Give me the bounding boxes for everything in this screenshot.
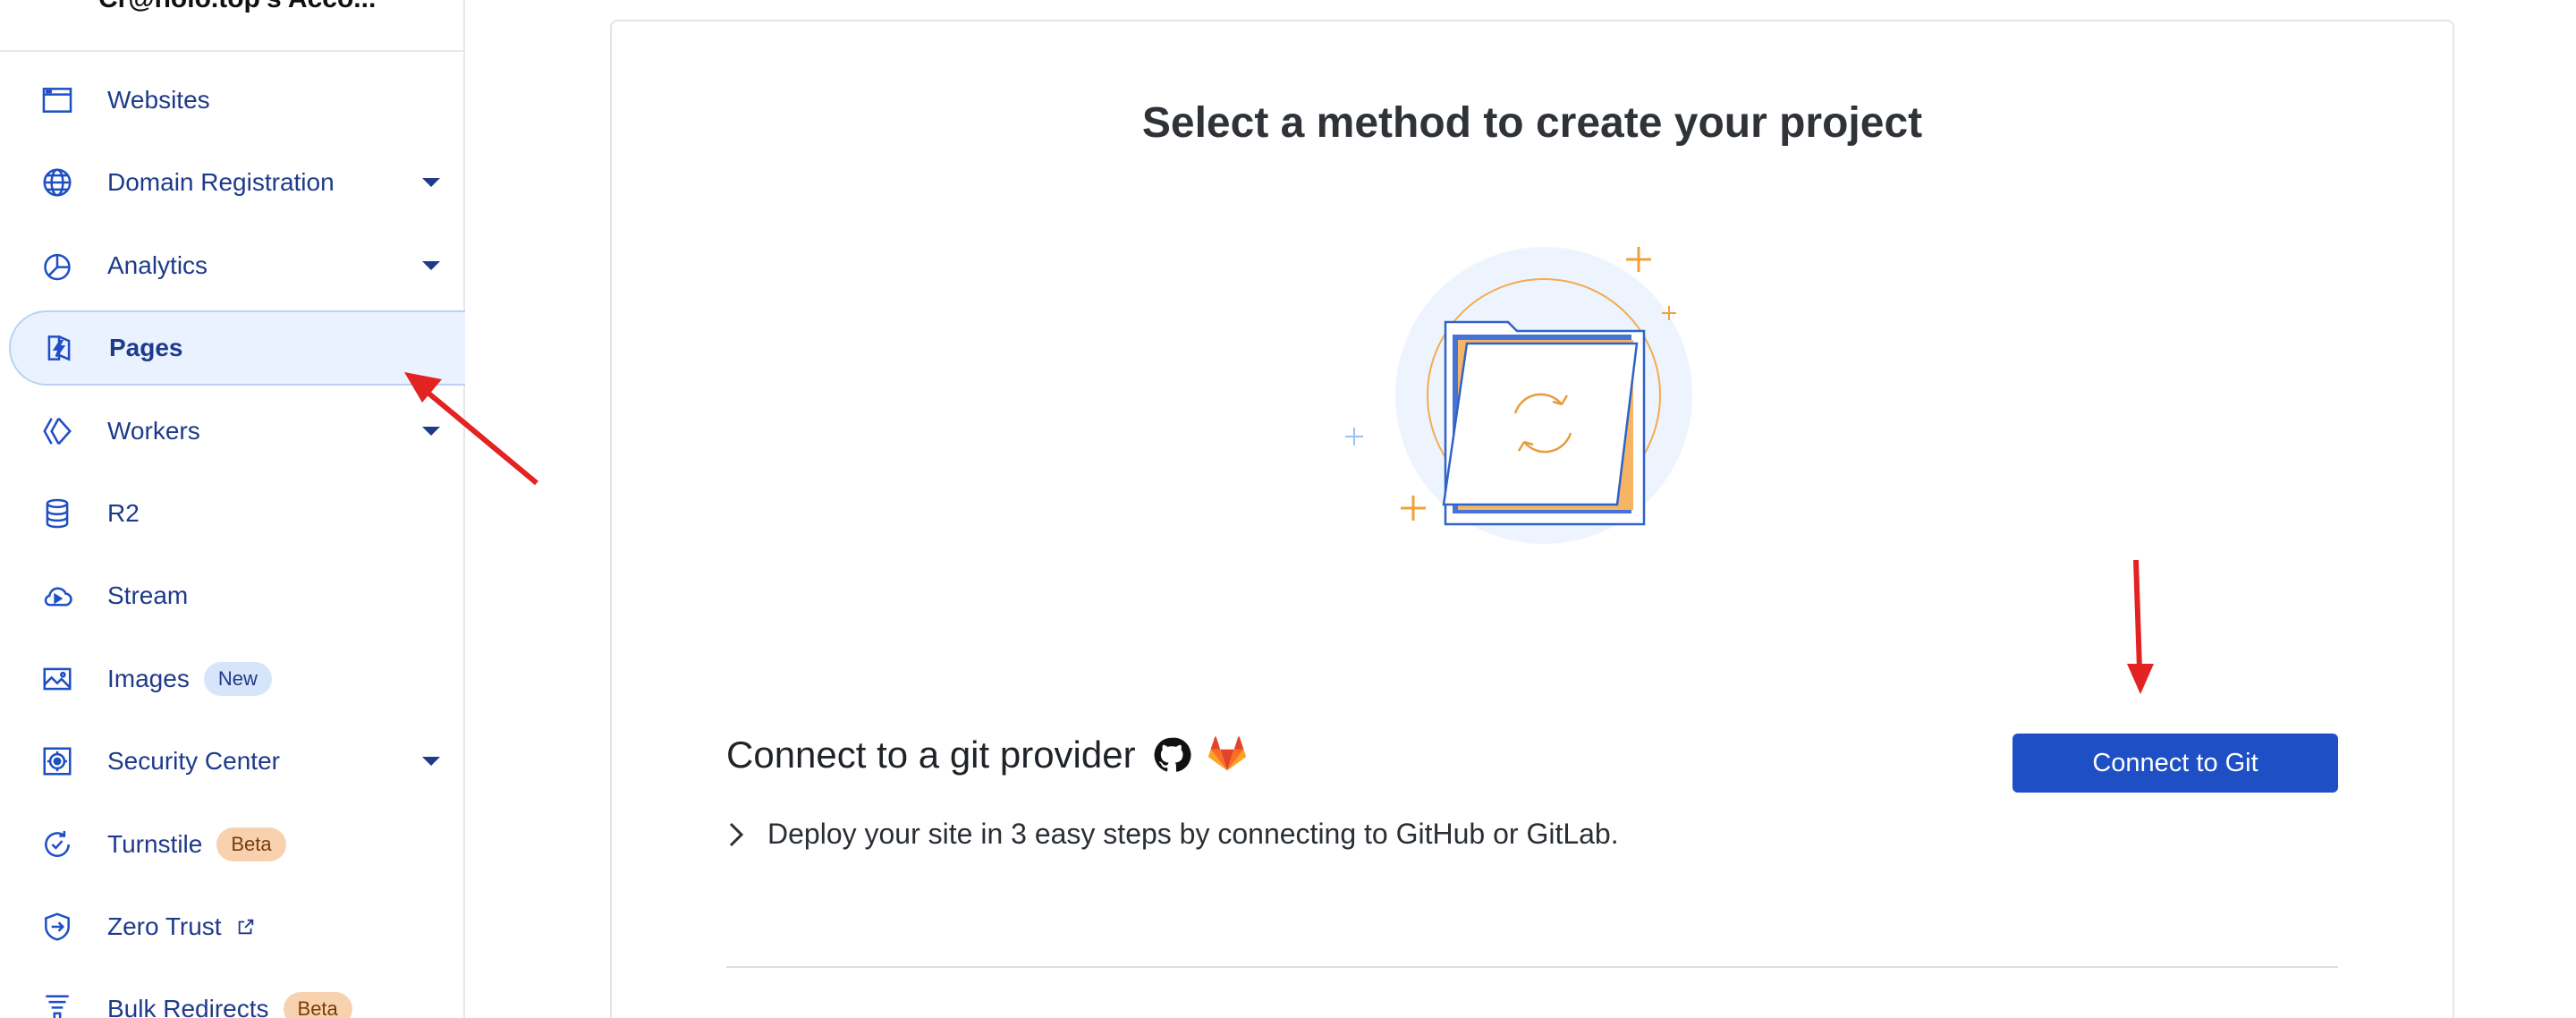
section-divider bbox=[726, 966, 2338, 968]
sidebar-item-label: Pages bbox=[109, 334, 183, 362]
security-center-icon bbox=[39, 743, 75, 779]
funnel-icon bbox=[39, 991, 75, 1018]
sidebar-item-label: Zero Trust bbox=[107, 912, 222, 940]
github-icon bbox=[1154, 737, 1191, 772]
sidebar-item-label: Bulk Redirects bbox=[107, 995, 269, 1018]
sidebar-item-label: Websites bbox=[107, 86, 210, 114]
beta-badge: Beta bbox=[283, 992, 352, 1018]
sidebar-item-label-with-badge: Turnstile Beta bbox=[107, 827, 286, 861]
sidebar-item-zero-trust[interactable]: Zero Trust bbox=[0, 889, 465, 964]
sidebar-item-images[interactable]: Images New bbox=[0, 641, 465, 717]
turnstile-icon bbox=[39, 827, 75, 862]
cloud-play-icon bbox=[39, 578, 75, 614]
sidebar: Cr@holo.top's Acco... Websites Domain Re… bbox=[0, 0, 465, 1018]
sidebar-item-label: Domain Registration bbox=[107, 168, 335, 197]
sidebar-item-label: R2 bbox=[107, 498, 140, 527]
git-provider-heading-row: Connect to a git provider bbox=[726, 734, 1247, 776]
sidebar-item-turnstile[interactable]: Turnstile Beta bbox=[0, 807, 465, 882]
create-project-card: Select a method to create your project C… bbox=[610, 20, 2454, 1018]
sidebar-item-websites[interactable]: Websites bbox=[0, 63, 465, 138]
git-provider-description-toggle[interactable]: Deploy your site in 3 easy steps by conn… bbox=[726, 818, 1619, 851]
git-provider-heading: Connect to a git provider bbox=[726, 734, 1136, 776]
account-name[interactable]: Cr@holo.top's Acco... bbox=[98, 0, 376, 14]
sidebar-item-bulk-redirects[interactable]: Bulk Redirects Beta bbox=[0, 971, 465, 1018]
sidebar-item-label: Images bbox=[107, 664, 190, 692]
sidebar-item-domain-registration[interactable]: Domain Registration bbox=[0, 145, 465, 220]
beta-badge: Beta bbox=[216, 827, 286, 861]
sidebar-item-pages[interactable]: Pages bbox=[9, 310, 465, 386]
page-title: Select a method to create your project bbox=[1141, 99, 1923, 147]
chevron-down-icon[interactable] bbox=[422, 178, 440, 188]
sidebar-item-r2[interactable]: R2 bbox=[0, 476, 465, 551]
chevron-down-icon[interactable] bbox=[422, 260, 440, 270]
globe-icon bbox=[39, 165, 75, 200]
browser-window-icon bbox=[39, 82, 75, 118]
connect-to-git-button[interactable]: Connect to Git bbox=[2012, 734, 2338, 793]
sidebar-item-label-with-badge: Bulk Redirects Beta bbox=[107, 992, 352, 1018]
chevron-down-icon[interactable] bbox=[422, 757, 440, 767]
sidebar-item-security-center[interactable]: Security Center bbox=[0, 724, 465, 799]
sidebar-item-label: Stream bbox=[107, 581, 189, 610]
database-icon bbox=[39, 496, 75, 531]
pie-chart-icon bbox=[39, 248, 75, 284]
sidebar-item-label: Security Center bbox=[107, 747, 280, 776]
shield-arrow-icon bbox=[39, 909, 75, 945]
sidebar-nav: Websites Domain Registration Analytics P… bbox=[0, 63, 465, 1018]
sidebar-item-label-with-badge: Images New bbox=[107, 661, 272, 696]
image-icon bbox=[39, 661, 75, 697]
sidebar-item-label: Workers bbox=[107, 416, 200, 445]
sidebar-item-workers[interactable]: Workers bbox=[0, 394, 465, 469]
sidebar-item-label: Analytics bbox=[107, 250, 208, 279]
sidebar-item-label: Turnstile bbox=[107, 829, 203, 858]
sidebar-item-label-with-icon: Zero Trust bbox=[107, 912, 256, 941]
gitlab-icon bbox=[1208, 736, 1246, 771]
external-link-icon bbox=[238, 919, 253, 935]
account-divider bbox=[0, 50, 465, 52]
workers-diamond-icon bbox=[39, 413, 75, 449]
folder-sync-illustration bbox=[1345, 247, 1692, 544]
lightning-page-icon bbox=[41, 330, 77, 366]
sidebar-item-stream[interactable]: Stream bbox=[0, 558, 465, 633]
git-provider-description: Deploy your site in 3 easy steps by conn… bbox=[767, 818, 1619, 850]
chevron-down-icon[interactable] bbox=[422, 426, 440, 436]
sidebar-item-analytics[interactable]: Analytics bbox=[0, 228, 465, 303]
chevron-right-icon bbox=[729, 822, 744, 846]
new-badge: New bbox=[203, 661, 272, 696]
